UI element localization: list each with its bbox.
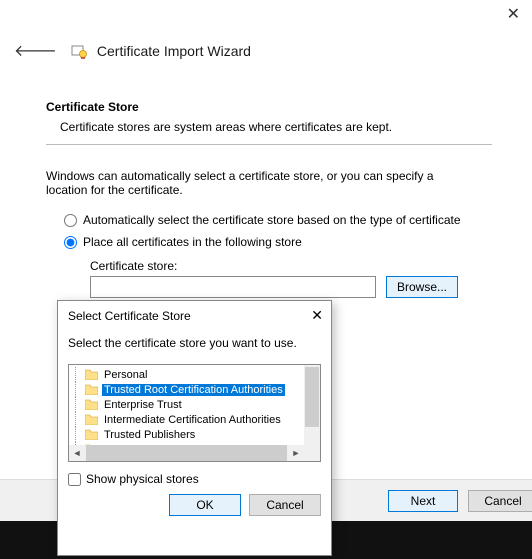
certificate-store-group: Certificate store: Browse...: [90, 259, 492, 298]
radio-auto-label: Automatically select the certificate sto…: [83, 213, 461, 227]
dialog-title: Select Certificate Store: [68, 309, 191, 323]
store-tree[interactable]: Personal Trusted Root Certification Autho…: [68, 364, 321, 462]
certificate-store-input[interactable]: [90, 276, 376, 298]
wizard-body: Certificate Store Certificate stores are…: [46, 100, 492, 298]
dialog-close-button[interactable]: ✕: [311, 307, 323, 324]
scroll-left-icon[interactable]: ◄: [69, 445, 85, 461]
section-description: Certificate stores are system areas wher…: [60, 120, 492, 134]
dialog-ok-button[interactable]: OK: [169, 494, 241, 516]
select-store-dialog: Select Certificate Store ✕ Select the ce…: [57, 300, 332, 556]
scroll-right-icon[interactable]: ►: [288, 445, 304, 461]
wizard-title: Certificate Import Wizard: [97, 43, 251, 59]
tree-item[interactable]: Trusted Root Certification Authorities: [75, 382, 302, 397]
show-physical-label: Show physical stores: [86, 472, 199, 486]
certificate-wizard-icon: [71, 43, 87, 59]
tree-item-label: Personal: [102, 369, 149, 381]
cancel-button[interactable]: Cancel: [468, 490, 532, 512]
back-button[interactable]: 🡐: [10, 38, 61, 63]
divider: [46, 144, 492, 145]
folder-icon: [85, 384, 98, 395]
radio-place-input[interactable]: [64, 236, 77, 249]
show-physical-checkbox[interactable]: [68, 473, 81, 486]
tree-item[interactable]: Trusted Publishers: [75, 427, 302, 442]
tree-item-label: Enterprise Trust: [102, 399, 184, 411]
section-title: Certificate Store: [46, 100, 492, 114]
tree-item[interactable]: Intermediate Certification Authorities: [75, 412, 302, 427]
radio-auto-input[interactable]: [64, 214, 77, 227]
folder-icon: [85, 369, 98, 380]
browse-button[interactable]: Browse...: [386, 276, 458, 298]
certificate-store-label: Certificate store:: [90, 259, 492, 273]
folder-icon: [85, 399, 98, 410]
vertical-scrollbar[interactable]: [304, 365, 320, 445]
dialog-description: Select the certificate store you want to…: [68, 336, 321, 350]
tree-item-label: Intermediate Certification Authorities: [102, 414, 283, 426]
radio-auto-select[interactable]: Automatically select the certificate sto…: [64, 213, 492, 227]
tree-item-label: Trusted Root Certification Authorities: [102, 384, 285, 396]
wizard-header: 🡐 Certificate Import Wizard: [10, 38, 522, 63]
dialog-cancel-button[interactable]: Cancel: [249, 494, 321, 516]
tree-item[interactable]: Enterprise Trust: [75, 397, 302, 412]
show-physical-stores[interactable]: Show physical stores: [68, 472, 321, 486]
folder-icon: [85, 429, 98, 440]
scroll-corner: [304, 445, 320, 461]
folder-icon: [85, 414, 98, 425]
close-button[interactable]: ✕: [507, 4, 520, 24]
horizontal-scrollbar[interactable]: ◄ ►: [69, 445, 304, 461]
radio-place-label: Place all certificates in the following …: [83, 235, 302, 249]
instruction-text: Windows can automatically select a certi…: [46, 169, 466, 197]
window: ✕ 🡐 Certificate Import Wizard Certificat…: [0, 0, 532, 559]
dialog-titlebar: Select Certificate Store ✕: [58, 301, 331, 330]
radio-place-all[interactable]: Place all certificates in the following …: [64, 235, 492, 249]
next-button[interactable]: Next: [388, 490, 458, 512]
tree-item-label: Trusted Publishers: [102, 429, 197, 441]
dialog-footer: OK Cancel: [58, 486, 331, 526]
tree-item[interactable]: Personal: [75, 367, 302, 382]
